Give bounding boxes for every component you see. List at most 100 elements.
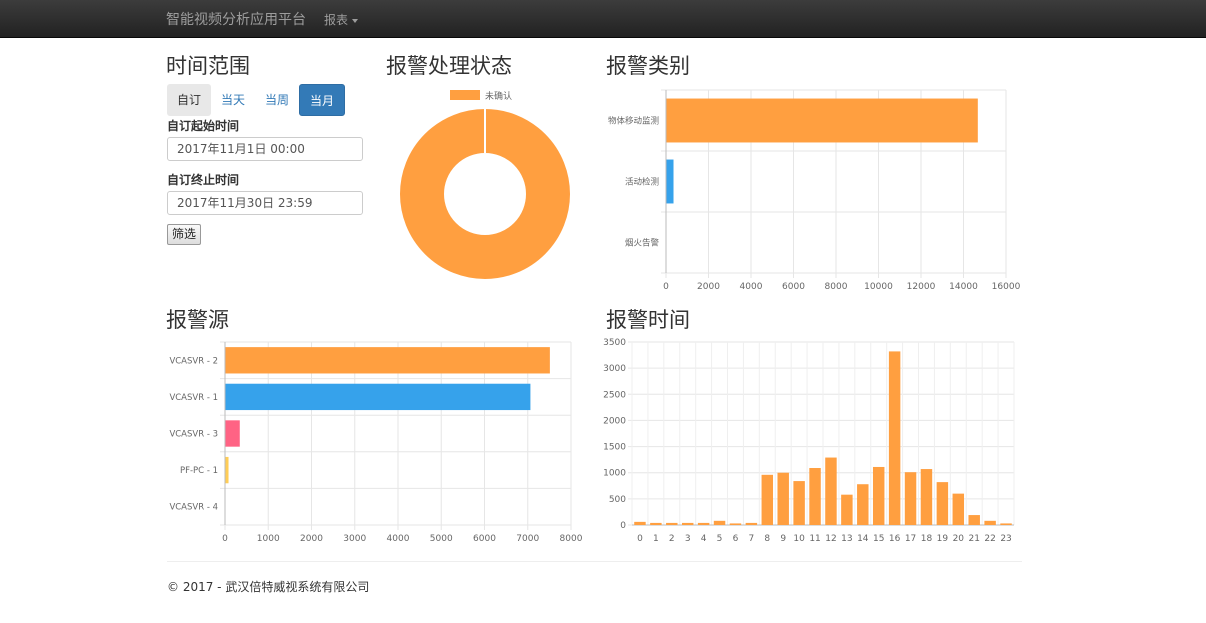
bar — [761, 474, 774, 525]
custom-range-button[interactable]: 自订 — [167, 84, 212, 116]
source-bar-chart: 0 1000 2000 3000 4000 5000 6000 7000 8000 VCASVR … — [169, 341, 583, 544]
x-tick-label: 18 — [921, 534, 933, 544]
bar — [809, 468, 821, 525]
end-time-label: 自订终止时间 — [167, 173, 240, 187]
x-tick-label: 15 — [873, 534, 884, 544]
y-tick-label: 物体移动监测 — [608, 116, 659, 127]
x-tick-label: 2000 — [697, 282, 720, 292]
this-week-button[interactable]: 当周 — [255, 84, 299, 116]
legend-swatch — [450, 90, 480, 100]
source-title: 报警源 — [166, 308, 229, 332]
x-tick-label: 5 — [717, 534, 723, 544]
bar — [888, 351, 901, 525]
x-tick-label: 3 — [685, 534, 691, 544]
bar — [697, 522, 710, 525]
bar — [681, 522, 694, 525]
bar — [225, 383, 531, 411]
bar — [713, 520, 726, 525]
x-tick-label: 6 — [733, 534, 739, 544]
x-tick-label: 4000 — [740, 282, 763, 292]
x-tick-label: 19 — [937, 534, 949, 544]
this-month-button[interactable]: 当月 — [299, 84, 346, 116]
x-tick-label: 6000 — [782, 282, 805, 292]
alarm-time-title: 报警时间 — [606, 308, 690, 332]
legend-label: 未确认 — [485, 90, 512, 102]
x-tick-label: 10 — [793, 534, 805, 544]
y-tick-label: 2500 — [603, 390, 626, 400]
bar — [857, 484, 869, 525]
bar — [225, 456, 229, 484]
bar — [952, 493, 965, 525]
bar — [936, 482, 949, 525]
start-time-label: 自订起始时间 — [167, 119, 240, 133]
y-tick-label: VCASVR - 3 — [169, 430, 218, 440]
status-title: 报警处理状态 — [386, 54, 512, 78]
x-tick-label: 16 — [889, 534, 901, 544]
y-tick-label: 1500 — [603, 443, 626, 453]
x-tick-label: 17 — [905, 534, 916, 544]
bar — [225, 420, 240, 447]
bar — [729, 523, 742, 525]
x-tick-label: 23 — [1000, 534, 1011, 544]
y-tick-label: PF-PC - 1 — [180, 466, 218, 476]
category-title: 报警类别 — [606, 54, 690, 78]
bar — [777, 472, 789, 525]
today-button[interactable]: 当天 — [211, 84, 255, 116]
filter-button[interactable]: 筛选 — [167, 224, 202, 245]
bar — [904, 472, 917, 525]
x-tick-label: 14 — [857, 534, 869, 544]
alarm-time-bar-chart: 05001000150020002500300035000 1 2 3 4 5 6 7 8 9 10… — [603, 338, 1015, 544]
y-tick-label: 活动检测 — [625, 177, 659, 188]
x-tick-label: 0 — [637, 534, 643, 544]
bar — [634, 521, 646, 525]
y-tick-label: 2000 — [603, 416, 626, 426]
report-menu-label: 报表 — [324, 13, 349, 27]
footer-divider — [167, 561, 1022, 562]
x-tick-label: 0 — [222, 534, 228, 544]
bar — [666, 98, 978, 143]
x-tick-label: 7 — [749, 534, 755, 544]
x-tick-label: 4000 — [387, 534, 410, 544]
status-donut-chart: 未确认 — [400, 90, 570, 279]
x-tick-label: 8000 — [560, 534, 583, 544]
y-tick-label: 0 — [620, 521, 626, 531]
x-tick-label: 3000 — [343, 534, 366, 544]
bar — [1000, 523, 1012, 525]
bar — [872, 466, 885, 525]
x-tick-label: 6000 — [473, 534, 496, 544]
navbar: 智能视频分析应用平台 报表 — [0, 0, 1206, 38]
bar — [666, 522, 678, 525]
bar — [666, 159, 674, 204]
y-tick-label: 烟火告警 — [625, 238, 660, 249]
brand-link[interactable]: 智能视频分析应用平台 — [166, 9, 306, 29]
bar — [984, 520, 996, 525]
bar — [968, 515, 980, 525]
bar — [841, 494, 853, 525]
y-tick-label: VCASVR - 2 — [169, 356, 218, 366]
bar — [825, 457, 837, 525]
bar — [650, 522, 662, 525]
x-tick-label: 8 — [764, 534, 770, 544]
report-menu[interactable]: 报表 — [324, 11, 359, 28]
y-tick-label: 500 — [609, 495, 626, 505]
x-tick-label: 20 — [953, 534, 965, 544]
bar — [225, 347, 550, 374]
x-tick-label: 2 — [669, 534, 675, 544]
bar — [793, 481, 805, 525]
x-tick-label: 11 — [809, 534, 820, 544]
x-tick-label: 1000 — [257, 534, 280, 544]
x-tick-label: 13 — [841, 534, 852, 544]
x-tick-label: 5000 — [430, 534, 453, 544]
y-tick-label: 1000 — [603, 469, 626, 479]
x-tick-label: 1 — [653, 534, 659, 544]
end-time-input[interactable]: 2017年11月30日 23:59 — [167, 191, 363, 215]
x-tick-label: 2000 — [300, 534, 323, 544]
x-tick-label: 9 — [780, 534, 786, 544]
category-bar-chart: 0 2000 4000 6000 8000 10000 12000 14000 16000 物体移… — [608, 89, 1021, 292]
y-tick-label: 3000 — [603, 364, 626, 374]
caret-down-icon — [352, 18, 359, 23]
y-tick-label: VCASVR - 4 — [169, 503, 218, 513]
footer-copyright: © 2017 - 武汉倍特威视系统有限公司 — [167, 580, 370, 594]
x-tick-label: 7000 — [516, 534, 539, 544]
start-time-input[interactable]: 2017年11月1日 00:00 — [167, 137, 363, 161]
